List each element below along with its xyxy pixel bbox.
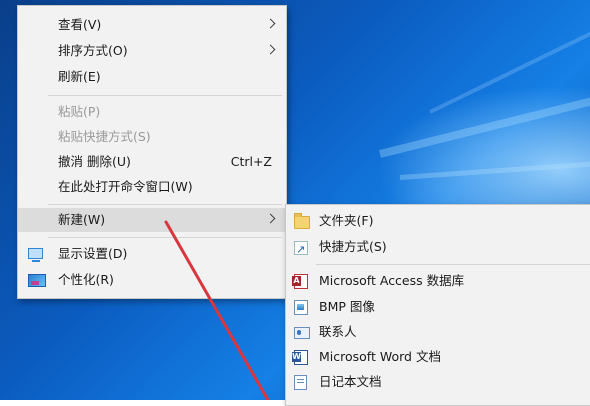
shortcut-icon bbox=[294, 238, 308, 262]
submenu-item-shortcut[interactable]: 快捷方式(S) bbox=[286, 235, 590, 262]
submenu-item-label: Microsoft Word 文档 bbox=[319, 349, 441, 364]
menu-item-refresh[interactable]: 刷新(E) bbox=[18, 65, 286, 89]
submenu-item-label: 联系人 bbox=[319, 324, 357, 339]
submenu-item-word-document[interactable]: Microsoft Word 文档 bbox=[286, 345, 590, 369]
menu-item-label: 刷新(E) bbox=[58, 69, 101, 84]
contact-icon bbox=[294, 327, 310, 339]
folder-icon bbox=[294, 213, 310, 229]
submenu-item-label: 文件夹(F) bbox=[319, 213, 374, 228]
submenu-item-label: 日记本文档 bbox=[319, 374, 382, 389]
menu-item-label: 查看(V) bbox=[58, 17, 102, 32]
menu-separator bbox=[48, 95, 282, 96]
chevron-right-icon bbox=[265, 18, 276, 29]
wallpaper-light-beam bbox=[429, 22, 590, 114]
submenu-item-label: BMP 图像 bbox=[319, 299, 375, 314]
submenu-item-contact[interactable]: 联系人 bbox=[286, 320, 590, 344]
display-settings-icon bbox=[28, 248, 43, 262]
access-icon bbox=[292, 274, 308, 289]
submenu-item-bmp-image[interactable]: BMP 图像 bbox=[286, 295, 590, 319]
menu-item-sort-by[interactable]: 排序方式(O) bbox=[18, 39, 286, 63]
menu-item-label: 个性化(R) bbox=[58, 272, 114, 287]
wallpaper-light-beam bbox=[379, 87, 590, 158]
submenu-item-access-database[interactable]: Microsoft Access 数据库 bbox=[286, 269, 590, 293]
menu-item-label: 粘贴快捷方式(S) bbox=[58, 129, 151, 144]
menu-separator bbox=[48, 237, 282, 238]
menu-item-open-command-window[interactable]: 在此处打开命令窗口(W) bbox=[18, 175, 286, 199]
menu-separator bbox=[316, 264, 590, 265]
menu-item-label: 在此处打开命令窗口(W) bbox=[58, 179, 193, 194]
submenu-item-label: 快捷方式(S) bbox=[319, 239, 387, 254]
menu-item-label: 新建(W) bbox=[58, 212, 106, 227]
menu-item-view[interactable]: 查看(V) bbox=[18, 13, 286, 37]
submenu-item-journal-document[interactable]: 日记本文档 bbox=[286, 370, 590, 394]
menu-item-label: 撤消 删除(U) bbox=[58, 154, 131, 169]
menu-item-paste-shortcut[interactable]: 粘贴快捷方式(S) bbox=[18, 125, 286, 149]
menu-item-label: 排序方式(O) bbox=[58, 43, 128, 58]
journal-document-icon bbox=[294, 375, 307, 390]
menu-item-paste[interactable]: 粘贴(P) bbox=[18, 100, 286, 124]
chevron-right-icon bbox=[265, 213, 276, 224]
submenu-item-label: Microsoft Access 数据库 bbox=[319, 273, 465, 288]
menu-item-new[interactable]: 新建(W) bbox=[18, 208, 286, 232]
menu-separator bbox=[48, 204, 282, 205]
personalize-icon bbox=[28, 274, 46, 287]
menu-item-label: 显示设置(D) bbox=[58, 246, 128, 261]
menu-item-label: 粘贴(P) bbox=[58, 104, 101, 119]
menu-item-personalize[interactable]: 个性化(R) bbox=[18, 268, 286, 292]
chevron-right-icon bbox=[265, 44, 276, 55]
word-icon bbox=[292, 350, 308, 365]
menu-item-display-settings[interactable]: 显示设置(D) bbox=[18, 242, 286, 266]
submenu-item-folder[interactable]: 文件夹(F) bbox=[286, 209, 590, 233]
desktop-context-menu: 查看(V) 排序方式(O) 刷新(E) 粘贴(P) 粘贴快捷方式(S) 撤消 删… bbox=[17, 5, 287, 299]
new-submenu: 文件夹(F) 快捷方式(S) Microsoft Access 数据库 BMP … bbox=[285, 204, 590, 406]
keyboard-shortcut: Ctrl+Z bbox=[230, 154, 272, 169]
menu-item-undo-delete[interactable]: 撤消 删除(U) Ctrl+Z bbox=[18, 150, 286, 174]
wallpaper-light-beam bbox=[399, 158, 590, 180]
bmp-image-icon bbox=[294, 300, 308, 315]
